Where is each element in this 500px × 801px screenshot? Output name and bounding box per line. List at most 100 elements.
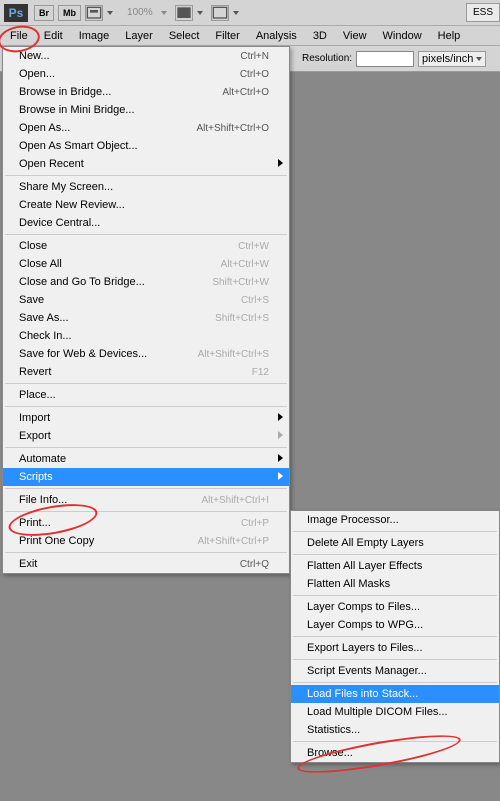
menu-item[interactable]: ExitCtrl+Q: [3, 555, 289, 573]
menu-item-label: Share My Screen...: [19, 181, 113, 193]
menubar: FileEditImageLayerSelectFilterAnalysis3D…: [0, 26, 500, 46]
bridge-button[interactable]: Br: [34, 5, 54, 21]
menu-item-label: Flatten All Layer Effects: [307, 560, 422, 572]
menu-item[interactable]: Flatten All Masks: [291, 575, 499, 593]
submenu-arrow-icon: [278, 158, 283, 170]
menu-item-label: Statistics...: [307, 724, 360, 736]
menu-image[interactable]: Image: [71, 27, 118, 45]
menu-separator: [5, 488, 287, 489]
menu-item-label: Layer Comps to Files...: [307, 601, 420, 613]
menu-item[interactable]: Open...Ctrl+O: [3, 65, 289, 83]
screenmode-icon[interactable]: [211, 5, 229, 21]
menu-layer[interactable]: Layer: [117, 27, 161, 45]
view-extras-icon[interactable]: [85, 5, 103, 21]
app-toolbar: Ps Br Mb 100% ESS: [0, 0, 500, 26]
menu-item-label: Layer Comps to WPG...: [307, 619, 423, 631]
menu-item-label: Load Files into Stack...: [307, 688, 418, 700]
menu-item-label: Open As Smart Object...: [19, 140, 138, 152]
menu-item-label: Image Processor...: [307, 514, 399, 526]
menu-item: Save As...Shift+Ctrl+S: [3, 309, 289, 327]
menu-item-label: Close All: [19, 258, 62, 270]
menu-item-label: Open Recent: [19, 158, 84, 170]
menu-item[interactable]: Browse in Mini Bridge...: [3, 101, 289, 119]
menu-shortcut: Alt+Shift+Ctrl+P: [198, 536, 269, 547]
menu-shortcut: Ctrl+N: [240, 51, 269, 62]
menu-shortcut: Alt+Shift+Ctrl+O: [196, 123, 269, 134]
menu-separator: [5, 552, 287, 553]
minibridge-button[interactable]: Mb: [58, 5, 81, 21]
zoom-level[interactable]: 100%: [127, 7, 153, 18]
submenu-arrow-icon: [278, 412, 283, 424]
menu-item[interactable]: Flatten All Layer Effects: [291, 557, 499, 575]
menu-select[interactable]: Select: [161, 27, 208, 45]
menu-item-label: File Info...: [19, 494, 67, 506]
menu-item[interactable]: Load Multiple DICOM Files...: [291, 703, 499, 721]
menu-item: Save Ctrl+S: [3, 291, 289, 309]
menu-item-label: Check In...: [19, 330, 72, 342]
menu-window[interactable]: Window: [375, 27, 430, 45]
chevron-down-icon: [476, 57, 482, 61]
menu-item-label: Print...: [19, 517, 51, 529]
menu-separator: [293, 741, 497, 742]
menu-separator: [293, 659, 497, 660]
menu-item: Print One CopyAlt+Shift+Ctrl+P: [3, 532, 289, 550]
menu-item[interactable]: Layer Comps to WPG...: [291, 616, 499, 634]
menu-edit[interactable]: Edit: [36, 27, 71, 45]
menu-item[interactable]: Load Files into Stack...: [291, 685, 499, 703]
workspace-button[interactable]: ESS: [466, 3, 500, 22]
arrange-icon[interactable]: [175, 5, 193, 21]
menu-item[interactable]: Browse...: [291, 744, 499, 762]
menu-item[interactable]: Delete All Empty Layers: [291, 534, 499, 552]
menu-item-label: Save: [19, 294, 44, 306]
menu-item[interactable]: Layer Comps to Files...: [291, 598, 499, 616]
menu-item[interactable]: Create New Review...: [3, 196, 289, 214]
menu-item[interactable]: Script Events Manager...: [291, 662, 499, 680]
resolution-label: Resolution:: [302, 53, 352, 64]
submenu-arrow-icon: [278, 453, 283, 465]
dropdown-caret-icon[interactable]: [159, 5, 169, 21]
menu-item: Check In...: [3, 327, 289, 345]
menu-filter[interactable]: Filter: [207, 27, 247, 45]
menu-analysis[interactable]: Analysis: [248, 27, 305, 45]
menu-item-label: Revert: [19, 366, 51, 378]
resolution-unit-select[interactable]: pixels/inch: [418, 51, 486, 67]
dropdown-caret-icon[interactable]: [231, 5, 241, 21]
menu-item-label: Save for Web & Devices...: [19, 348, 147, 360]
resolution-input[interactable]: [356, 51, 414, 67]
menu-item[interactable]: Statistics...: [291, 721, 499, 739]
dropdown-caret-icon[interactable]: [195, 5, 205, 21]
menu-item[interactable]: Device Central...: [3, 214, 289, 232]
menu-shortcut: Alt+Shift+Ctrl+S: [198, 349, 269, 360]
menu-item: Export: [3, 427, 289, 445]
menu-item: Save for Web & Devices... Alt+Shift+Ctrl+…: [3, 345, 289, 363]
menu-view[interactable]: View: [335, 27, 375, 45]
menu-item[interactable]: Open As...Alt+Shift+Ctrl+O: [3, 119, 289, 137]
menu-item[interactable]: Import: [3, 409, 289, 427]
menu-3d[interactable]: 3D: [305, 27, 335, 45]
menu-item-label: Browse in Mini Bridge...: [19, 104, 135, 116]
menu-item[interactable]: Automate: [3, 450, 289, 468]
menu-help[interactable]: Help: [430, 27, 469, 45]
menu-item[interactable]: Browse in Bridge...Alt+Ctrl+O: [3, 83, 289, 101]
menu-item[interactable]: Scripts: [3, 468, 289, 486]
menu-item-label: Scripts: [19, 471, 53, 483]
menu-item-label: Open...: [19, 68, 55, 80]
menu-item[interactable]: Open As Smart Object...: [3, 137, 289, 155]
menu-item-label: Save As...: [19, 312, 69, 324]
menu-item[interactable]: Image Processor...: [291, 511, 499, 529]
menu-item-label: Close: [19, 240, 47, 252]
menu-item-label: Delete All Empty Layers: [307, 537, 424, 549]
menu-separator: [293, 636, 497, 637]
menu-item[interactable]: New...Ctrl+N: [3, 47, 289, 65]
menu-item-label: Browse in Bridge...: [19, 86, 111, 98]
menu-file[interactable]: File: [2, 27, 36, 45]
menu-item[interactable]: Share My Screen...: [3, 178, 289, 196]
dropdown-caret-icon[interactable]: [105, 5, 115, 21]
menu-item-label: Load Multiple DICOM Files...: [307, 706, 448, 718]
menu-item-label: Script Events Manager...: [307, 665, 427, 677]
menu-shortcut: Ctrl+S: [241, 295, 269, 306]
menu-item[interactable]: Export Layers to Files...: [291, 639, 499, 657]
menu-item: Place...: [3, 386, 289, 404]
ps-logo-icon: Ps: [4, 4, 28, 22]
menu-item[interactable]: Open Recent: [3, 155, 289, 173]
